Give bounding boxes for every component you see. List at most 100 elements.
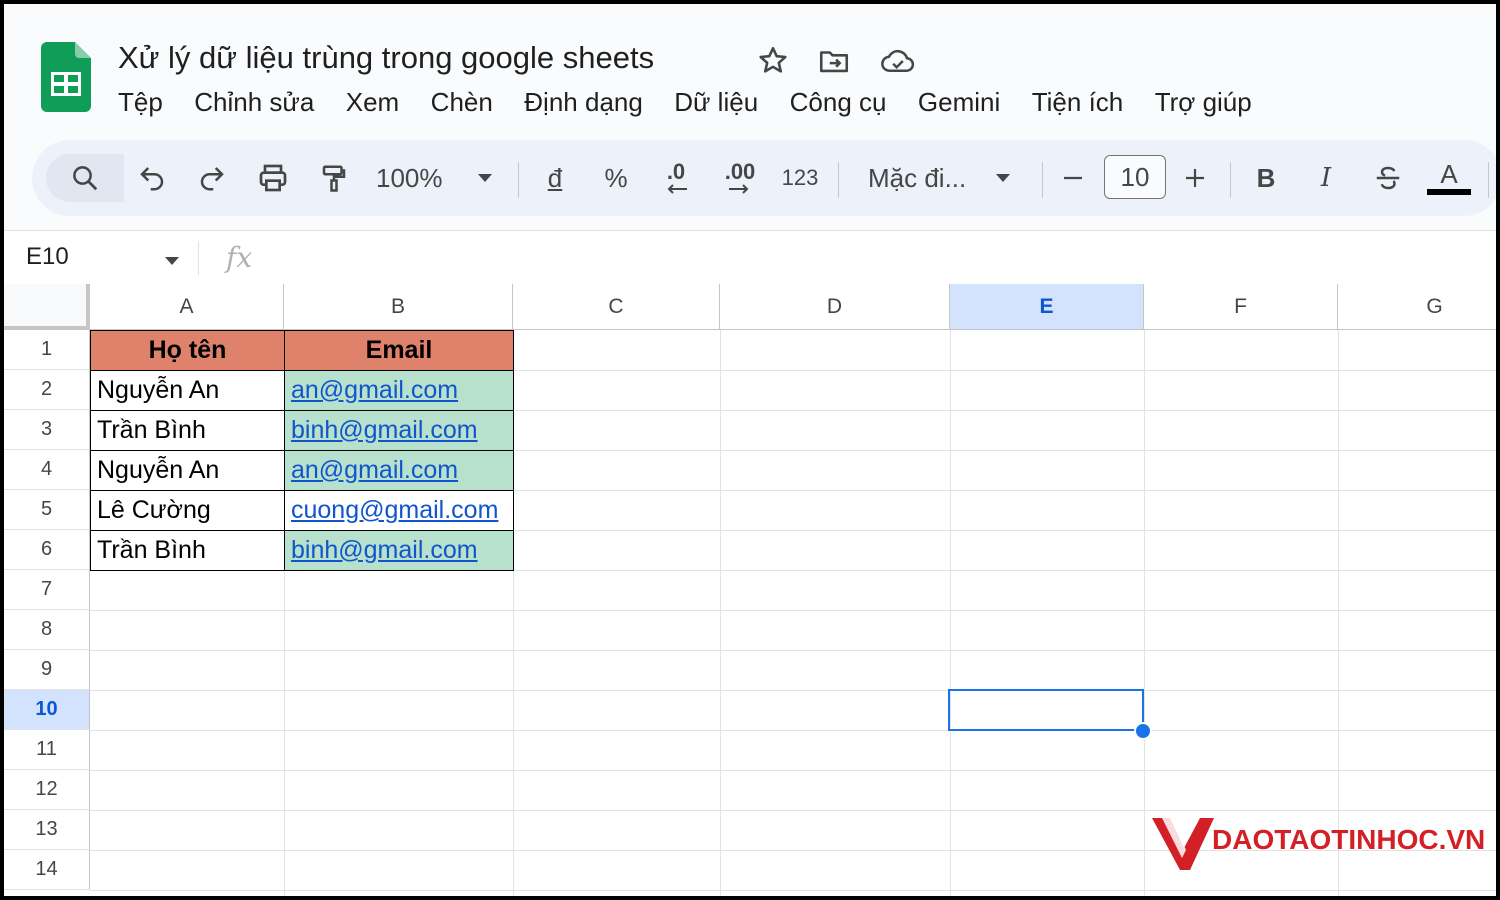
- gridline: [90, 770, 1496, 771]
- fill-handle[interactable]: [1134, 722, 1152, 740]
- menu-tools[interactable]: Công cụ: [790, 84, 887, 120]
- font-size-input[interactable]: 10: [1104, 155, 1166, 199]
- cell-b2[interactable]: an@gmail.com: [284, 370, 514, 411]
- percent-format-button[interactable]: %: [598, 154, 634, 202]
- row-header-13[interactable]: 13: [4, 810, 90, 850]
- row-header-9[interactable]: 9: [4, 650, 90, 690]
- zoom-dropdown-button[interactable]: [470, 154, 500, 202]
- gridline: [90, 610, 1496, 611]
- menu-data[interactable]: Dữ liệu: [674, 84, 758, 120]
- font-dropdown-button[interactable]: [988, 154, 1018, 202]
- row-header-11[interactable]: 11: [4, 730, 90, 770]
- document-title[interactable]: Xử lý dữ liệu trùng trong google sheets: [118, 40, 654, 76]
- arrow-right-icon: [729, 184, 749, 194]
- row-header-14[interactable]: 14: [4, 850, 90, 890]
- formula-input[interactable]: [274, 235, 1474, 281]
- column-header-f[interactable]: F: [1144, 284, 1338, 330]
- row-header-10[interactable]: 10: [4, 690, 90, 730]
- currency-format-button[interactable]: đ: [538, 154, 572, 202]
- gridline: [950, 330, 951, 896]
- menu-edit[interactable]: Chỉnh sửa: [194, 84, 314, 120]
- print-icon: [259, 164, 287, 192]
- email-link[interactable]: an@gmail.com: [291, 376, 458, 405]
- toolbar-divider: [518, 162, 519, 198]
- menu-file[interactable]: Tệp: [118, 84, 163, 120]
- star-icon[interactable]: [756, 44, 790, 78]
- email-link[interactable]: binh@gmail.com: [291, 536, 478, 565]
- row-header-1[interactable]: 1: [4, 330, 90, 370]
- bold-button[interactable]: B: [1248, 154, 1284, 202]
- increase-font-size-button[interactable]: [1178, 154, 1212, 202]
- selected-cell-e10[interactable]: [948, 689, 1144, 731]
- print-button[interactable]: [252, 154, 294, 202]
- more-formats-button[interactable]: 123: [778, 154, 822, 202]
- email-link[interactable]: cuong@gmail.com: [291, 496, 498, 525]
- cell-a2[interactable]: Nguyễn An: [90, 370, 285, 411]
- italic-button[interactable]: I: [1308, 154, 1344, 202]
- fx-icon: fx: [226, 241, 253, 274]
- row-header-12[interactable]: 12: [4, 770, 90, 810]
- increase-decimal-button[interactable]: .00: [716, 154, 764, 202]
- decrease-font-size-button[interactable]: [1056, 154, 1090, 202]
- name-box-dropdown[interactable]: [164, 253, 180, 271]
- column-header-c[interactable]: C: [513, 284, 720, 330]
- menu-help[interactable]: Trợ giúp: [1155, 84, 1252, 120]
- cell-a1[interactable]: Họ tên: [90, 330, 285, 371]
- column-header-a[interactable]: A: [90, 284, 284, 330]
- column-header-b[interactable]: B: [284, 284, 513, 330]
- menu-format[interactable]: Định dạng: [524, 84, 643, 120]
- cell-a6[interactable]: Trần Bình: [90, 530, 285, 571]
- decrease-decimal-label: .0: [666, 159, 686, 184]
- cell-a3[interactable]: Trần Bình: [90, 410, 285, 451]
- row-header-4[interactable]: 4: [4, 450, 90, 490]
- menu-insert[interactable]: Chèn: [431, 84, 493, 120]
- zoom-select[interactable]: 100%: [376, 154, 466, 202]
- toolbar-divider: [1230, 162, 1231, 198]
- decrease-decimal-button[interactable]: .0: [652, 154, 700, 202]
- cell-a4[interactable]: Nguyễn An: [90, 450, 285, 491]
- toolbar-divider: [838, 162, 839, 198]
- row-header-3[interactable]: 3: [4, 410, 90, 450]
- font-family-select[interactable]: Mặc đi...: [868, 154, 978, 202]
- move-folder-icon[interactable]: [817, 44, 851, 78]
- cell-b5[interactable]: cuong@gmail.com: [284, 490, 514, 531]
- paint-format-button[interactable]: [314, 154, 354, 202]
- gridline: [90, 690, 1496, 691]
- menu-gemini[interactable]: Gemini: [918, 84, 1000, 120]
- column-header-g[interactable]: G: [1338, 284, 1496, 330]
- column-header-d[interactable]: D: [720, 284, 950, 330]
- row-header-5[interactable]: 5: [4, 490, 90, 530]
- cell-b3[interactable]: binh@gmail.com: [284, 410, 514, 451]
- zoom-value: 100%: [376, 162, 443, 193]
- cell-a5[interactable]: Lê Cường: [90, 490, 285, 531]
- gridline: [1144, 330, 1145, 896]
- minus-icon: [1064, 176, 1082, 180]
- name-box[interactable]: E10: [26, 243, 69, 271]
- column-header-e[interactable]: E: [950, 284, 1144, 330]
- row-header-8[interactable]: 8: [4, 610, 90, 650]
- undo-button[interactable]: [132, 154, 172, 202]
- strikethrough-button[interactable]: [1368, 154, 1408, 202]
- row-header-6[interactable]: 6: [4, 530, 90, 570]
- menu-bar: Tệp Chỉnh sửa Xem Chèn Định dạng Dữ liệu…: [118, 84, 1279, 120]
- row-header-7[interactable]: 7: [4, 570, 90, 610]
- row-header-2[interactable]: 2: [4, 370, 90, 410]
- gridline: [720, 330, 721, 896]
- gridline: [90, 810, 1496, 811]
- caret-down-icon: [996, 174, 1010, 182]
- toolbar-divider: [1488, 162, 1489, 198]
- menu-extensions[interactable]: Tiện ích: [1032, 84, 1124, 120]
- menu-view[interactable]: Xem: [346, 84, 399, 120]
- cloud-saved-icon[interactable]: [880, 44, 915, 78]
- search-menu-button[interactable]: [46, 154, 124, 202]
- sheets-logo-icon[interactable]: [41, 42, 91, 112]
- caret-down-icon: [478, 174, 492, 182]
- cell-b6[interactable]: binh@gmail.com: [284, 530, 514, 571]
- cell-b1[interactable]: Email: [284, 330, 514, 371]
- text-color-button[interactable]: A: [1426, 154, 1472, 202]
- email-link[interactable]: binh@gmail.com: [291, 416, 478, 445]
- email-link[interactable]: an@gmail.com: [291, 456, 458, 485]
- redo-button[interactable]: [192, 154, 232, 202]
- select-all-corner[interactable]: [4, 284, 90, 330]
- cell-b4[interactable]: an@gmail.com: [284, 450, 514, 491]
